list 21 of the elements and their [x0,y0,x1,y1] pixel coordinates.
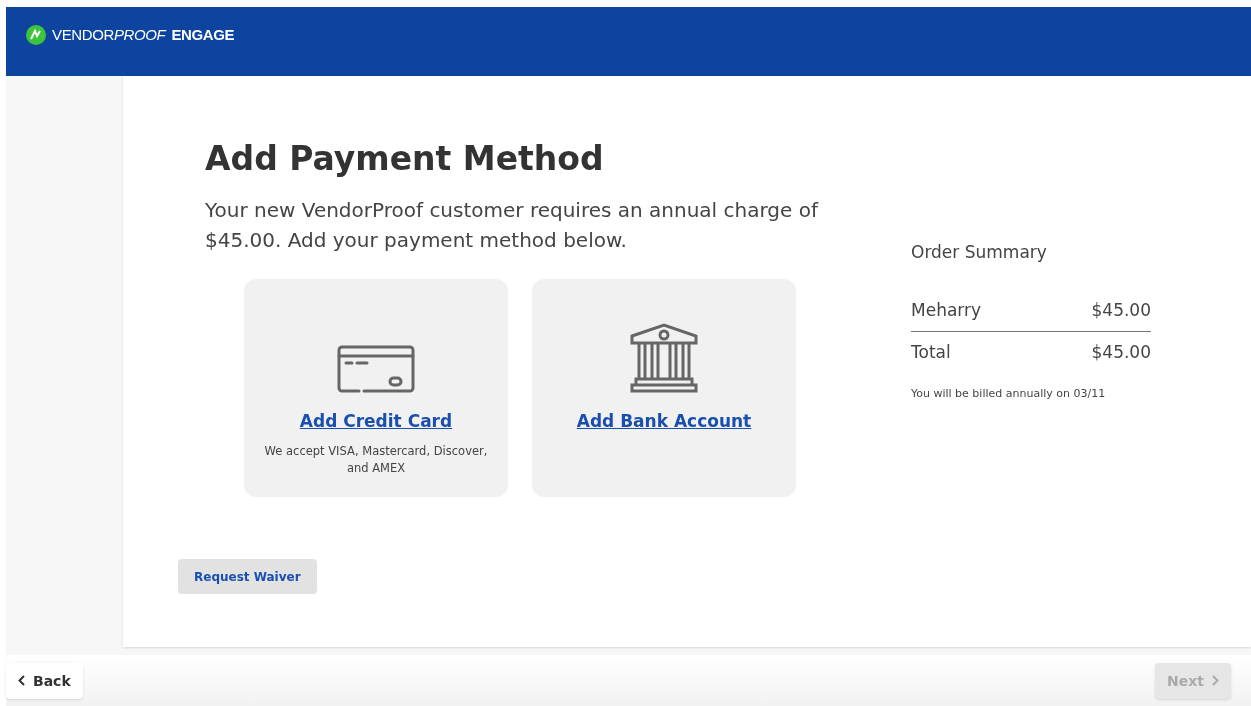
item-amount: $45.00 [1091,298,1151,322]
logo-icon [26,25,46,46]
logo-text: ENGAGE [171,25,235,45]
logo-text: VENDOR [52,25,114,45]
logo-text: PROOF [113,25,166,45]
item-label: Meharry [911,298,982,322]
total-label: Total [911,341,951,364]
billing-note: You will be billed annually on 03/11 [911,385,1107,402]
credit-card-icon [337,345,415,394]
back-button[interactable]: Back [6,662,83,699]
order-summary-title: Order Summary [911,241,1048,264]
add-payment-link[interactable]: Add Credit Card [299,409,453,435]
bank-icon [630,323,698,394]
chevron-left-icon [18,675,25,686]
add-payment-link[interactable]: Add Bank Account [576,409,752,435]
intro-text: Your new VendorProof customer requires an annual charge of $45.00. Add your payment method below. [205,197,820,255]
total-amount: $45.00 [1091,341,1151,364]
accepted-cards-note: We accept VISA, Mastercard, Discover, and AMEX [263,442,489,477]
request-waiver-button[interactable]: Request Waiver [178,559,317,595]
chevron-right-icon [1212,675,1219,686]
page-title: Add Payment Method [205,138,605,180]
